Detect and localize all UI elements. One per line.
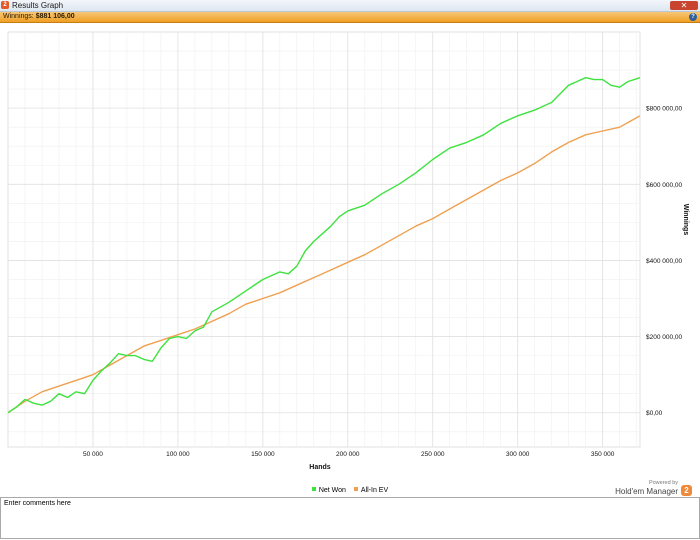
powered-by-text: Powered by — [648, 480, 678, 486]
plot-area — [7, 31, 641, 448]
y-tick-label: $0,00 — [646, 410, 663, 417]
x-tick-label: 300 000 — [506, 451, 530, 458]
chart-legend: Net Won All-In EV — [0, 486, 700, 495]
product-name: Hold'em Manager — [615, 487, 678, 496]
x-tick-label: 150 000 — [251, 451, 275, 458]
window-title: Results Graph — [12, 1, 64, 10]
x-tick-label: 200 000 — [336, 451, 360, 458]
legend-item-net-won: Net Won — [311, 486, 346, 495]
x-tick-label: 250 000 — [421, 451, 445, 458]
legend-swatch-net-won — [311, 487, 316, 491]
legend-swatch-all-in-ev — [353, 487, 358, 491]
legend-item-all-in-ev: All-In EV — [353, 486, 389, 495]
x-axis-title: Hands — [309, 464, 331, 471]
powered-by-branding: Powered by Hold'em Manager 2 — [615, 480, 692, 497]
holdem-manager-logo-icon: 2 — [681, 485, 692, 496]
legend-label-net-won: Net Won — [318, 487, 346, 494]
window-title-bar: 2 Results Graph ✕ — [0, 0, 700, 12]
x-tick-label: 100 000 — [166, 451, 190, 458]
y-axis-title: Winnings — [682, 204, 689, 236]
y-tick-label: $600 000,00 — [646, 182, 683, 189]
comments-input[interactable] — [1, 498, 699, 538]
y-tick-label: $400 000,00 — [646, 258, 683, 265]
winnings-bar: Winnings: $881 106,00 ? — [0, 12, 700, 23]
comments-box — [0, 497, 700, 539]
winnings-value: $881 106,00 — [35, 13, 75, 20]
y-tick-label: $800 000,00 — [646, 106, 683, 113]
winnings-summary: Winnings: $881 106,00 — [3, 12, 75, 22]
app-logo-icon: 2 — [1, 1, 9, 9]
y-tick-label: $200 000,00 — [646, 334, 683, 341]
winnings-label: Winnings: — [3, 13, 34, 20]
close-button[interactable]: ✕ — [670, 1, 698, 10]
legend-label-all-in-ev: All-In EV — [360, 487, 389, 494]
help-icon[interactable]: ? — [689, 13, 697, 21]
x-tick-label: 50 000 — [83, 451, 103, 458]
results-graph: 50 000 100 000 150 000 200 000 250 000 300 00… — [7, 31, 689, 471]
x-tick-label: 350 000 — [591, 451, 615, 458]
